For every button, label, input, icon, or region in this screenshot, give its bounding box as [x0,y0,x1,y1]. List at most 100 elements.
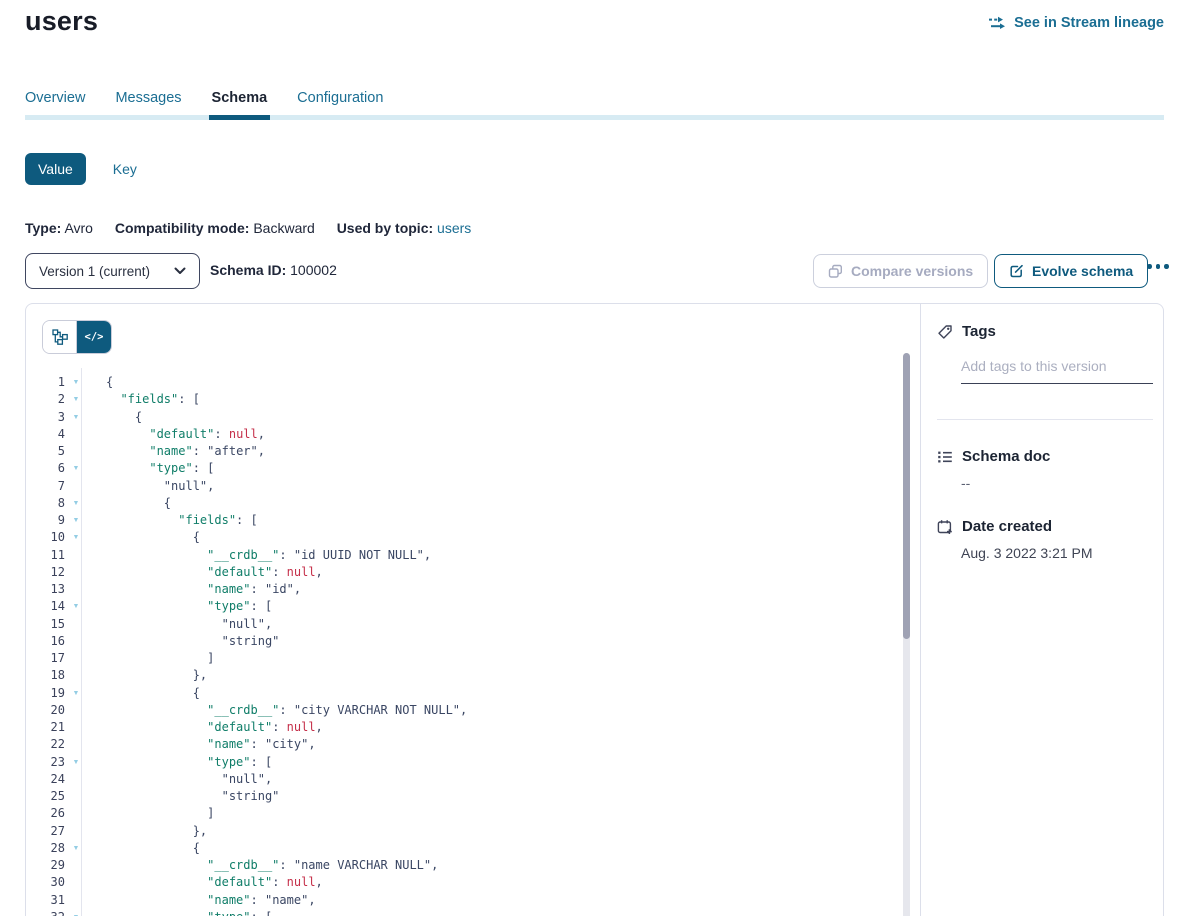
fold-toggle-icon[interactable]: ▼ [70,460,82,477]
line-number: 27 [26,823,65,840]
line-number: 20 [26,702,65,719]
code-lines: 1▼{2▼ "fields": [3▼ {4 "default": null,5… [26,374,896,916]
fold-toggle-icon[interactable]: ▼ [70,374,82,391]
code-content: "type": [ [106,909,272,916]
code-content: { [106,685,200,702]
code-line: 17 ] [26,650,896,667]
code-content: "type": [ [106,460,214,477]
line-number: 28 [26,840,65,857]
line-number: 11 [26,547,65,564]
line-number: 22 [26,736,65,753]
key-toggle-button[interactable]: Key [113,161,137,177]
more-options-button[interactable] [1147,264,1169,269]
tags-section-header: Tags [937,323,996,340]
fold-toggle-icon[interactable]: ▼ [70,529,82,546]
code-line: 27 }, [26,823,896,840]
tab-configuration[interactable]: Configuration [297,90,383,115]
page-title: users [25,6,98,37]
fold-toggle-icon[interactable]: ▼ [70,754,82,771]
tab-schema[interactable]: Schema [212,90,268,115]
code-content: "default": null, [106,426,265,443]
code-content: "null", [106,478,214,495]
add-tags-input[interactable] [961,354,1153,384]
code-line: 16 "string" [26,633,896,650]
value-toggle-button[interactable]: Value [25,153,86,185]
code-content: { [106,495,171,512]
line-number: 6 [26,460,65,477]
tab-messages[interactable]: Messages [115,90,181,115]
line-number: 24 [26,771,65,788]
code-line: 7 "null", [26,478,896,495]
code-line: 2▼ "fields": [ [26,391,896,408]
schema-code-editor[interactable]: 1▼{2▼ "fields": [3▼ {4 "default": null,5… [26,374,896,916]
line-number: 12 [26,564,65,581]
code-line: 20 "__crdb__": "city VARCHAR NOT NULL", [26,702,896,719]
code-content: "type": [ [106,598,272,615]
code-line: 11 "__crdb__": "id UUID NOT NULL", [26,547,896,564]
code-content: { [106,409,142,426]
stream-lineage-label: See in Stream lineage [1014,15,1164,31]
fold-toggle-icon[interactable]: ▼ [70,909,82,916]
code-content: "__crdb__": "city VARCHAR NOT NULL", [106,702,467,719]
fold-toggle-icon[interactable]: ▼ [70,495,82,512]
code-scrollbar-thumb[interactable] [903,353,910,639]
code-content: "fields": [ [106,391,200,408]
code-content: "default": null, [106,874,323,891]
view-mode-toggle: </> [42,320,112,354]
schema-doc-section-header: Schema doc [937,448,1050,465]
tab-overview[interactable]: Overview [25,90,85,115]
line-number: 17 [26,650,65,667]
fold-toggle-icon[interactable]: ▼ [70,512,82,529]
topic-link[interactable]: users [437,220,471,236]
date-created-section-header: Date created [937,518,1052,535]
stream-lineage-link[interactable]: See in Stream lineage [988,15,1164,31]
line-number: 16 [26,633,65,650]
code-content: ] [106,805,214,822]
line-number: 23 [26,754,65,771]
fold-toggle-icon[interactable]: ▼ [70,598,82,615]
code-line: 6 ▼ "type": [ [26,460,896,477]
code-content: { [106,840,200,857]
tree-view-button[interactable] [43,321,77,353]
code-line: 8 ▼ { [26,495,896,512]
code-view-button[interactable]: </> [77,321,111,353]
fold-toggle-icon[interactable]: ▼ [70,840,82,857]
code-line: 31 "name": "name", [26,892,896,909]
value-key-toggle: Value Key [25,153,137,185]
line-number: 31 [26,892,65,909]
compare-versions-button[interactable]: Compare versions [813,254,988,288]
code-content: "string" [106,788,279,805]
code-content: ] [106,650,214,667]
code-content: { [106,374,113,391]
code-line: 12 "default": null, [26,564,896,581]
evolve-schema-icon [1009,264,1024,279]
line-number: 13 [26,581,65,598]
code-line: 24 "null", [26,771,896,788]
code-content: "string" [106,633,279,650]
code-line: 14 ▼ "type": [ [26,598,896,615]
line-number: 8 [26,495,65,512]
line-number: 26 [26,805,65,822]
line-number: 4 [26,426,65,443]
fold-toggle-icon[interactable]: ▼ [70,409,82,426]
line-number: 14 [26,598,65,615]
evolve-schema-button[interactable]: Evolve schema [994,254,1148,288]
code-line: 29 "__crdb__": "name VARCHAR NULL", [26,857,896,874]
schema-doc-value: -- [961,475,970,491]
fold-toggle-icon[interactable]: ▼ [70,685,82,702]
line-number: 1 [26,374,65,391]
code-line: 28 ▼ { [26,840,896,857]
tab-bar: Overview Messages Schema Configuration [25,90,1164,120]
code-content: "__crdb__": "name VARCHAR NULL", [106,857,438,874]
stream-lineage-icon [988,16,1007,30]
line-number: 7 [26,478,65,495]
fold-toggle-icon[interactable]: ▼ [70,391,82,408]
code-line: 21 "default": null, [26,719,896,736]
version-select-value: Version 1 (current) [39,264,150,279]
code-line: 23▼ "type": [ [26,754,896,771]
version-select[interactable]: Version 1 (current) [25,253,200,289]
list-icon [937,449,953,465]
code-content: "name": "after", [106,443,265,460]
tag-icon [937,324,953,340]
tree-view-icon [52,329,68,345]
